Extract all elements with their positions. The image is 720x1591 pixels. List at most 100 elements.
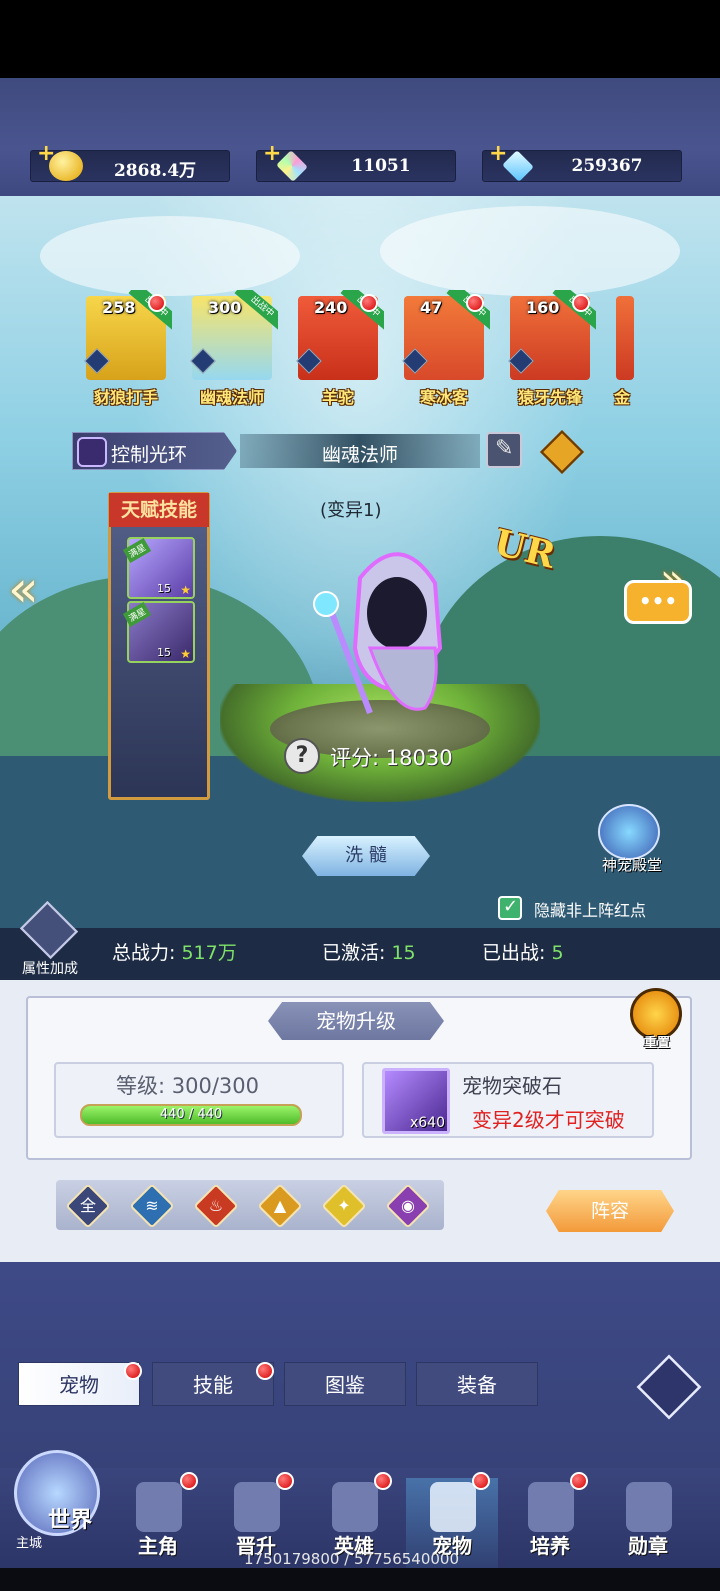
deployed-count: 已出战: 5 <box>482 942 564 964</box>
red-dot-icon <box>374 1472 392 1490</box>
talent-skill[interactable]: 满星 15 ★ <box>122 601 195 663</box>
ghost-mage-pet-figure[interactable] <box>300 538 450 718</box>
shrine-label: 神宠殿堂 <box>601 856 662 874</box>
question-icon[interactable]: ? <box>284 738 320 774</box>
tab-pets[interactable]: 宠物 <box>18 1362 140 1406</box>
pet-level: 258 <box>102 298 136 317</box>
nav-label: 主角 <box>138 1534 178 1558</box>
purple-crystal-icon[interactable]: x640 <box>382 1068 450 1134</box>
score-value: 18030 <box>385 746 453 770</box>
skill-label: 控制光环 <box>111 444 188 466</box>
gem-resource[interactable]: + 11051 <box>256 141 456 182</box>
pet-title-bar: 幽魂法师 <box>240 434 480 468</box>
red-dot-icon <box>148 294 166 312</box>
pet-card[interactable]: 258 出战中 <box>80 290 172 386</box>
nav-hero-main[interactable]: 主角 <box>112 1472 204 1574</box>
training-icon <box>528 1482 574 1532</box>
moon-icon <box>19 900 79 960</box>
footer-ids: 1750179800 / 57756540000 <box>244 1550 460 1568</box>
world-label: 世界 <box>48 1508 93 1533</box>
tab-equipment[interactable]: 装备 <box>416 1362 538 1406</box>
star-icon: ★ <box>180 647 191 661</box>
talent-panel: 天赋技能 满星 15 ★ 满星 15 ★ <box>108 492 210 800</box>
talent-skill[interactable]: 满星 15 ★ <box>122 537 195 599</box>
mutation-label: (变异1) <box>320 500 382 521</box>
pet-name: 金 <box>613 388 630 407</box>
nav-label: 培养 <box>530 1534 570 1558</box>
red-dot-icon <box>472 1472 490 1490</box>
pet-name: 寒冰客 <box>419 388 468 407</box>
pet-card[interactable]: 300 出战中 <box>186 290 278 386</box>
lineup-button[interactable]: 阵容 <box>546 1190 674 1232</box>
pet-shrine-button[interactable]: 神宠殿堂 <box>592 804 672 880</box>
pet-level: 160 <box>526 298 560 317</box>
protagonist-icon <box>136 1482 182 1532</box>
exp-progress-bar: 440 / 440 <box>80 1104 302 1126</box>
red-dot-icon <box>276 1472 294 1490</box>
star-icon: ★ <box>180 583 191 597</box>
gold-resource[interactable]: + 2868.4万 <box>30 141 230 182</box>
talent-level: 15 <box>157 646 171 659</box>
checkbox[interactable] <box>498 896 522 920</box>
pet-level: 240 <box>314 298 348 317</box>
max-star-tag: 满星 <box>122 538 152 563</box>
total-power-value: 517万 <box>181 942 237 964</box>
total-power: 总战力: 517万 <box>112 942 237 964</box>
rename-button[interactable] <box>486 432 522 468</box>
pet-portrait <box>616 296 634 380</box>
nav-medals[interactable]: 勋章 <box>602 1478 694 1574</box>
score-text: 评分: 18030 <box>330 746 453 770</box>
level-value: 300/300 <box>171 1074 260 1098</box>
earth-element-icon[interactable]: ▲ <box>257 1183 303 1229</box>
world-sub-label: 主城 <box>16 1536 43 1551</box>
bottom-strip <box>0 1568 720 1591</box>
diamond-value: 259367 <box>571 156 643 176</box>
element-filter-bar: 全 ≋ ♨ ▲ ✦ ◉ <box>56 1180 444 1230</box>
fire-element-icon[interactable]: ♨ <box>193 1183 239 1229</box>
exp-text: 440 / 440 <box>159 1107 223 1122</box>
filter-all[interactable]: 全 <box>65 1183 111 1229</box>
skill-tab[interactable]: 控制光环 <box>72 432 237 470</box>
reset-button[interactable]: 重置 <box>628 988 686 1052</box>
gold-value: 2868.4万 <box>113 161 197 181</box>
pet-level: 300 <box>208 298 242 317</box>
shrine-icon <box>598 804 660 860</box>
activated-count: 已激活: 15 <box>322 942 416 964</box>
red-dot-icon <box>572 294 590 312</box>
item-name: 宠物突破石 <box>462 1074 562 1098</box>
attribute-bonus-button[interactable]: 属性加成 <box>12 900 88 978</box>
breakthrough-stone-box: x640 宠物突破石 变异2级才可突破 <box>362 1062 654 1138</box>
red-dot-icon <box>466 294 484 312</box>
dark-element-icon[interactable]: ◉ <box>385 1183 431 1229</box>
diamond-resource[interactable]: + 259367 <box>482 141 682 182</box>
nav-training[interactable]: 培养 <box>504 1472 596 1574</box>
chat-bubble-button[interactable]: ••• <box>624 580 692 624</box>
pet-card[interactable]: 47 出战中 <box>398 290 490 386</box>
nav-label: 勋章 <box>628 1534 668 1558</box>
previous-pet-arrow-icon[interactable]: « <box>8 560 39 618</box>
talent-level: 15 <box>157 582 171 595</box>
level-text: 等级: 300/300 <box>116 1074 260 1098</box>
world-button[interactable]: 世界 主城 <box>4 1442 108 1554</box>
hide-red-dots-label: 隐藏非上阵红点 <box>534 901 647 920</box>
pet-name: 豺狼打手 <box>93 388 158 407</box>
pet-name: 羊驼 <box>321 388 354 407</box>
pet-icon <box>430 1482 476 1532</box>
skill-icon <box>77 437 107 467</box>
red-dot-icon <box>360 294 378 312</box>
red-dot-icon <box>180 1472 198 1490</box>
tab-codex[interactable]: 图鉴 <box>284 1362 406 1406</box>
red-dot-icon <box>256 1362 274 1380</box>
pet-card[interactable] <box>610 290 640 386</box>
element-icon[interactable] <box>539 429 585 475</box>
light-element-icon[interactable]: ✦ <box>321 1183 367 1229</box>
water-element-icon[interactable]: ≋ <box>129 1183 175 1229</box>
pet-card[interactable]: 160 出战中 <box>504 290 596 386</box>
wash-button[interactable]: 洗 髓 <box>302 836 430 876</box>
pet-name: 幽魂法师 <box>199 388 264 407</box>
pet-card[interactable]: 240 出战中 <box>292 290 384 386</box>
red-dot-icon <box>570 1472 588 1490</box>
reset-label: 重置 <box>643 1036 670 1051</box>
breakthrough-notice: 变异2级才可突破 <box>472 1108 625 1132</box>
promotion-icon <box>234 1482 280 1532</box>
